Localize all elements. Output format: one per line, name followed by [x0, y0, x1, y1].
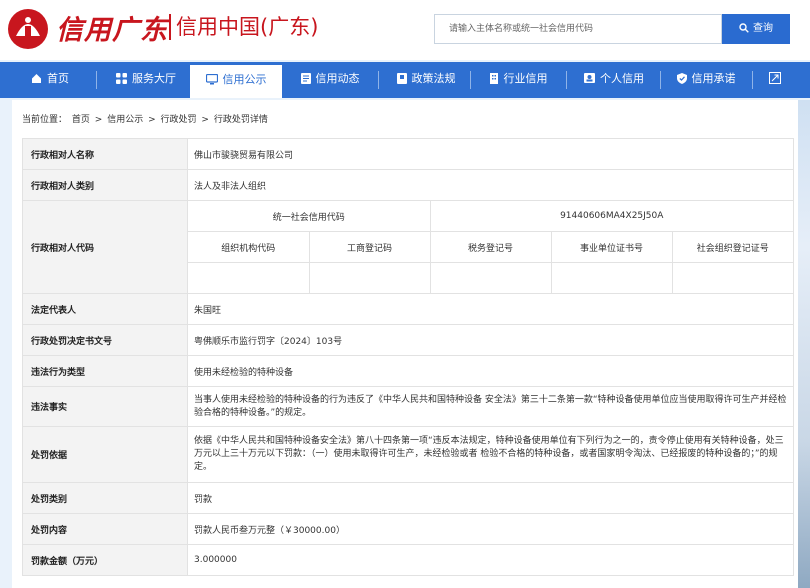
breadcrumb-link-home[interactable]: 首页 [72, 115, 90, 125]
doc-no-label: 行政处罚决定书文号 [22, 324, 188, 356]
nav-item-credit-news[interactable]: 信用动态 [290, 62, 370, 98]
org-code-value [188, 262, 310, 293]
nav-divider [752, 71, 753, 89]
search-input[interactable]: 请输入主体名称或统一社会信用代码 [434, 14, 722, 44]
code-subtable: 统一社会信用代码 91440606MA4X25J50A 组织机构代码 工商登记码… [188, 201, 793, 293]
violation-type-label: 违法行为类型 [22, 355, 188, 387]
nav-divider [470, 71, 471, 89]
nav-divider [96, 71, 97, 89]
grid-icon [116, 72, 127, 84]
table-row: 违法行为类型 使用未经检验的特种设备 [22, 355, 794, 387]
nav-item-label: 首页 [47, 72, 69, 85]
content-value: 罚款人民币叁万元整（￥30000.00） [187, 513, 794, 545]
table-row: 法定代表人 朱国旺 [22, 293, 794, 325]
penalty-detail-table: 行政相对人名称 佛山市骏骁贸易有限公司 行政相对人类别 法人及非法人组织 行政相… [22, 138, 794, 576]
breadcrumb-link-admin-penalty[interactable]: 行政处罚 [161, 115, 197, 125]
basis-label: 处罚依据 [22, 426, 188, 483]
expand-icon [768, 72, 781, 84]
institution-cert-value [550, 262, 673, 293]
nav-item-expand[interactable] [760, 62, 794, 98]
nav-divider [660, 71, 661, 89]
brand-logo-text: 信用广东 [56, 15, 168, 46]
name-label: 行政相对人名称 [22, 138, 188, 170]
table-row: 行政处罚决定书文号 粤佛顺乐市监行罚字〔2024〕103号 [22, 324, 794, 356]
table-row: 罚款金额（万元） 3.000000 [22, 544, 794, 576]
category-label: 处罚类别 [22, 482, 188, 514]
nav-divider [566, 71, 567, 89]
breadcrumb-current: 行政处罚详情 [213, 115, 268, 125]
doc-no-value: 粤佛顺乐市监行罚字〔2024〕103号 [187, 324, 794, 356]
facts-label: 违法事实 [22, 386, 188, 427]
business-reg-header: 工商登记码 [308, 231, 431, 263]
nav-item-personal-credit[interactable]: 个人信用 [574, 62, 654, 98]
type-value: 法人及非法人组织 [187, 169, 794, 201]
org-code-header: 组织机构代码 [188, 231, 310, 263]
basis-value: 依据《中华人民共和国特种设备安全法》第八十四条第一项“违反本法规定，特种设备使用… [187, 426, 794, 483]
logo-icon [8, 9, 48, 49]
home-icon [32, 73, 41, 83]
amount-value: 3.000000 [187, 544, 794, 576]
breadcrumb-prefix: 当前位置： [22, 115, 68, 125]
table-row: 处罚内容 罚款人民币叁万元整（￥30000.00） [22, 513, 794, 545]
social-org-header: 社会组织登记证号 [671, 231, 793, 263]
document-icon [300, 72, 311, 84]
table-row: 行政相对人名称 佛山市骏骁贸易有限公司 [22, 138, 794, 170]
main-content: 当前位置： 首页 > 信用公示 > 行政处罚 > 行政处罚详情 行政相对人名称 … [12, 100, 798, 588]
content-label: 处罚内容 [22, 513, 188, 545]
category-value: 罚款 [187, 482, 794, 514]
amount-label: 罚款金额（万元） [22, 544, 188, 576]
nav-item-label: 信用动态 [315, 72, 360, 85]
main-nav: 首页 服务大厅 信用公示 信用动态 政策法规 行业信用 个人信用 信用承诺 [0, 62, 810, 98]
breadcrumb-sep: > [94, 115, 103, 125]
monitor-icon [205, 73, 218, 84]
usci-label: 统一社会信用代码 [188, 201, 431, 232]
social-org-value [671, 262, 793, 293]
brand-divider [169, 14, 171, 40]
table-row: 行政相对人类别 法人及非法人组织 [22, 169, 794, 201]
brand-subtitle: 信用中国(广东) [176, 15, 319, 39]
shield-icon [676, 72, 687, 84]
building-icon [489, 72, 498, 84]
usci-value: 91440606MA4X25J50A [429, 201, 793, 232]
nav-item-label: 个人信用 [600, 72, 644, 85]
tax-reg-value [429, 262, 552, 293]
table-row: 行政相对人代码 统一社会信用代码 91440606MA4X25J50A 组织机构… [22, 200, 794, 294]
nav-item-service-hall[interactable]: 服务大厅 [104, 62, 188, 98]
business-reg-value [308, 262, 431, 293]
facts-value: 当事人使用未经检验的特种设备的行为违反了《中华人民共和国特种设备 安全法》第三十… [187, 386, 794, 427]
table-row: 处罚类别 罚款 [22, 482, 794, 514]
header: 信用广东 信用中国(广东) 请输入主体名称或统一社会信用代码 查询 [0, 0, 810, 60]
code-label: 行政相对人代码 [22, 200, 188, 294]
book-icon [396, 72, 407, 84]
legal-rep-label: 法定代表人 [22, 293, 188, 325]
type-label: 行政相对人类别 [22, 169, 188, 201]
breadcrumb-link-credit-publicity[interactable]: 信用公示 [107, 115, 143, 125]
breadcrumb-sep: > [201, 115, 209, 125]
search-button[interactable]: 查询 [722, 14, 790, 44]
table-row: 违法事实 当事人使用未经检验的特种设备的行为违反了《中华人民共和国特种设备 安全… [22, 386, 794, 427]
breadcrumb: 当前位置： 首页 > 信用公示 > 行政处罚 > 行政处罚详情 [22, 112, 270, 125]
institution-cert-header: 事业单位证书号 [550, 231, 673, 263]
violation-type-value: 使用未经检验的特种设备 [187, 355, 794, 387]
code-cell: 统一社会信用代码 91440606MA4X25J50A 组织机构代码 工商登记码… [187, 200, 794, 294]
tax-reg-header: 税务登记号 [429, 231, 552, 263]
nav-item-label: 服务大厅 [132, 72, 176, 85]
nav-item-home[interactable]: 首页 [14, 62, 86, 98]
breadcrumb-sep: > [148, 115, 156, 125]
search-icon [739, 23, 749, 33]
nav-item-industry-credit[interactable]: 行业信用 [478, 62, 558, 98]
nav-item-label: 行业信用 [503, 72, 548, 85]
nav-item-policies[interactable]: 政策法规 [386, 62, 466, 98]
nav-item-credit-commitment[interactable]: 信用承诺 [666, 62, 746, 98]
nav-item-label: 信用公示 [222, 73, 267, 86]
nav-item-label: 信用承诺 [691, 72, 736, 85]
search-button-label: 查询 [753, 23, 773, 34]
nav-item-credit-publicity[interactable]: 信用公示 [190, 62, 282, 98]
legal-rep-value: 朱国旺 [187, 293, 794, 325]
id-card-icon [584, 73, 595, 83]
name-value: 佛山市骏骁贸易有限公司 [187, 138, 794, 170]
table-row: 处罚依据 依据《中华人民共和国特种设备安全法》第八十四条第一项“违反本法规定，特… [22, 426, 794, 483]
nav-divider [378, 71, 379, 89]
nav-item-label: 政策法规 [411, 72, 456, 85]
